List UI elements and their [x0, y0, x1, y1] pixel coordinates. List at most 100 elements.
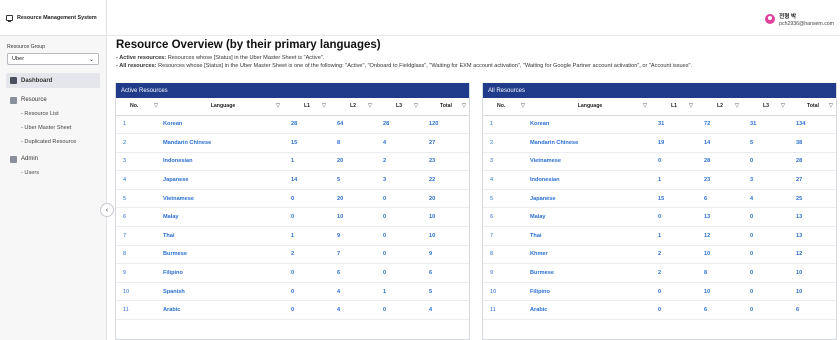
app-brand[interactable]: Resource Management System [0, 0, 106, 36]
cell-language[interactable]: Vietnamese [529, 152, 651, 172]
table-row[interactable]: 7 Thai 1 9 0 10 [116, 226, 469, 246]
cell-l2: 4 [330, 300, 376, 321]
table-row[interactable]: 3 Vietnamese 0 28 0 28 [483, 152, 836, 172]
cell-l1: 0 [651, 207, 697, 228]
column-header-l3[interactable]: L3 ▽ [376, 98, 422, 116]
cell-language[interactable]: Burmese [529, 263, 651, 283]
cell-l3: 0 [376, 245, 422, 265]
cell-language[interactable]: Arabic [529, 300, 651, 321]
cell-l2: 12 [697, 226, 743, 246]
filter-icon[interactable]: ▽ [276, 103, 280, 109]
filter-icon[interactable]: ▽ [414, 103, 418, 109]
column-header-l3[interactable]: L3 ▽ [743, 98, 789, 116]
table-row[interactable]: 9 Burmese 2 8 0 10 [483, 263, 836, 283]
sidebar-collapse-button[interactable]: ‹ [100, 203, 114, 217]
table-row[interactable]: 5 Vietnamese 0 20 0 20 [116, 189, 469, 209]
column-header-no[interactable]: No. ▽ [116, 98, 162, 116]
cell-language[interactable]: Korean [529, 115, 651, 135]
cell-language[interactable]: Burmese [162, 245, 284, 265]
table-row[interactable]: 6 Malay 0 13 0 13 [483, 207, 836, 228]
filter-icon[interactable]: ▽ [829, 103, 833, 109]
cell-l2: 20 [330, 189, 376, 209]
sidebar-item-resource[interactable]: Resource [0, 93, 106, 107]
cell-language[interactable]: Thai [529, 226, 651, 246]
sidebar-sub-resource-list[interactable]: Resource List [0, 107, 106, 121]
table-row[interactable]: 9 Filipino 0 6 0 6 [116, 263, 469, 283]
cell-no: 11 [116, 300, 162, 321]
cell-language[interactable]: Indonesian [529, 170, 651, 190]
table-row[interactable]: 8 Khmer 2 10 0 12 [483, 245, 836, 265]
filter-icon[interactable]: ▽ [521, 103, 525, 109]
resource-group-label: Resource Group [7, 44, 46, 50]
cell-language[interactable]: Spanish [162, 282, 284, 302]
table-row[interactable]: 4 Indonesian 1 23 3 27 [483, 170, 836, 190]
table-row[interactable]: 8 Burmese 2 7 0 9 [116, 245, 469, 265]
filter-icon[interactable]: ▽ [462, 103, 466, 109]
cell-total: 9 [422, 245, 469, 265]
cell-language[interactable]: Malay [162, 207, 284, 228]
filter-icon[interactable]: ▽ [689, 103, 693, 109]
cell-language[interactable]: Arabic [162, 300, 284, 321]
filter-icon[interactable]: ▽ [154, 103, 158, 109]
cell-total: 25 [789, 189, 836, 209]
column-header-l1[interactable]: L1 ▽ [651, 98, 697, 116]
sidebar-item-admin[interactable]: Admin [0, 152, 106, 166]
cell-language[interactable]: Korean [162, 115, 284, 135]
column-header-total[interactable]: Total ▽ [422, 98, 469, 116]
table-row[interactable]: 10 Filipino 0 10 0 10 [483, 282, 836, 302]
user-menu[interactable]: 전형 박 pch2936@hansem.com [765, 12, 834, 27]
table-row[interactable]: 11 Arabic 0 4 0 4 [116, 300, 469, 321]
table-row[interactable]: 2 Mandarin Chinese 19 14 5 38 [483, 133, 836, 153]
sidebar-sub-users[interactable]: Users [0, 166, 106, 180]
column-header-l2[interactable]: L2 ▽ [330, 98, 376, 116]
filter-icon[interactable]: ▽ [322, 103, 326, 109]
cell-language[interactable]: Mandarin Chinese [162, 133, 284, 153]
cell-no: 3 [116, 152, 162, 172]
column-header-l1[interactable]: L1 ▽ [284, 98, 330, 116]
table-row[interactable]: 4 Japanese 14 5 3 22 [116, 170, 469, 190]
table-header-row: No. ▽ Language ▽ L1 ▽ L2 ▽ L3 ▽ Total ▽ [483, 98, 836, 116]
column-header-no[interactable]: No. ▽ [483, 98, 529, 116]
cell-language[interactable]: Thai [162, 226, 284, 246]
filter-icon[interactable]: ▽ [735, 103, 739, 109]
resource-group-select[interactable]: Uber ⌄ [7, 53, 99, 65]
column-header-l2[interactable]: L2 ▽ [697, 98, 743, 116]
cell-no: 10 [483, 282, 529, 302]
table-row[interactable]: 1 Korean 31 72 31 134 [483, 115, 836, 135]
cell-language[interactable]: Malay [529, 207, 651, 228]
admin-icon [10, 155, 17, 163]
filter-icon[interactable]: ▽ [368, 103, 372, 109]
cell-language[interactable]: Khmer [529, 245, 651, 265]
table-row[interactable]: 1 Korean 28 64 28 120 [116, 115, 469, 135]
table-row[interactable]: 7 Thai 1 12 0 13 [483, 226, 836, 246]
cell-language[interactable]: Filipino [529, 282, 651, 302]
table-row[interactable]: 5 Japanese 15 6 4 25 [483, 189, 836, 209]
column-header-language[interactable]: Language ▽ [529, 98, 651, 116]
table-row[interactable]: 6 Malay 0 10 0 10 [116, 207, 469, 228]
column-header-total[interactable]: Total ▽ [789, 98, 836, 116]
cell-l2: 6 [330, 263, 376, 283]
cell-language[interactable]: Vietnamese [162, 189, 284, 209]
cell-l1: 14 [284, 170, 330, 190]
cell-language[interactable]: Japanese [162, 170, 284, 190]
panel-title: Active Resources [116, 83, 469, 98]
column-header-label: L3 [762, 103, 770, 110]
filter-icon[interactable]: ▽ [643, 103, 647, 109]
cell-no: 8 [483, 245, 529, 265]
table-row[interactable]: 2 Mandarin Chinese 15 8 4 27 [116, 133, 469, 153]
sidebar-sub-duplicated-resource[interactable]: Duplicated Resource [0, 135, 106, 149]
table-row[interactable]: 11 Arabic 0 6 0 6 [483, 300, 836, 321]
cell-language[interactable]: Indonesian [162, 152, 284, 172]
cell-l1: 0 [284, 282, 330, 302]
cell-total: 120 [422, 115, 469, 135]
table-row[interactable]: 3 Indonesian 1 20 2 23 [116, 152, 469, 172]
cell-language[interactable]: Japanese [529, 189, 651, 209]
sidebar-sub-uber-master-sheet[interactable]: Uber Master Sheet [0, 121, 106, 135]
column-header-language[interactable]: Language ▽ [162, 98, 284, 116]
filter-icon[interactable]: ▽ [781, 103, 785, 109]
cell-language[interactable]: Mandarin Chinese [529, 133, 651, 153]
sidebar-item-label: Resource [21, 97, 47, 103]
cell-language[interactable]: Filipino [162, 263, 284, 283]
sidebar-item-dashboard[interactable]: Dashboard [6, 73, 100, 88]
table-row[interactable]: 10 Spanish 0 4 1 5 [116, 282, 469, 302]
